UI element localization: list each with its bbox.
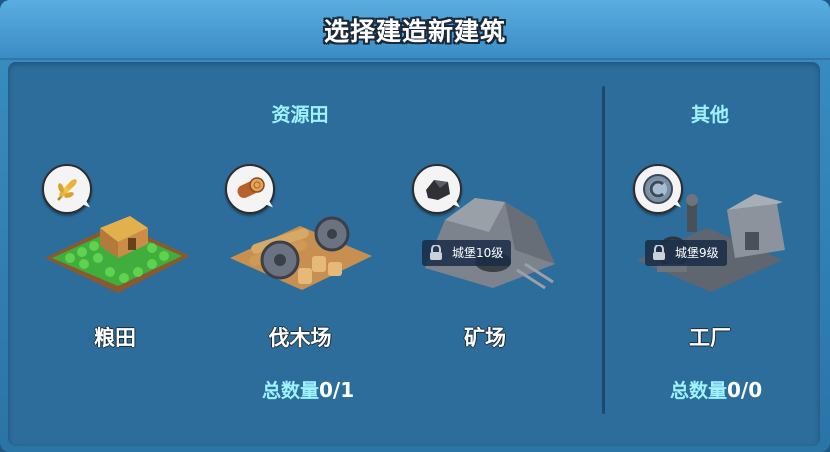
- building-card-factory[interactable]: 城堡9级 工厂: [625, 150, 795, 350]
- other-total-count: 总数量0/0: [670, 376, 762, 403]
- building-card-mine[interactable]: 城堡10级 矿场: [400, 150, 570, 350]
- farm-building: [45, 216, 190, 293]
- building-name-factory: 工厂: [689, 326, 731, 350]
- other-count-value: 0/0: [727, 378, 763, 402]
- building-name-lumber-mill: 伐木场: [268, 326, 332, 350]
- factory-lock-badge: 城堡9级: [645, 240, 727, 266]
- mine-lock-badge: 城堡10级: [422, 240, 512, 266]
- building-card-farm[interactable]: 粮田: [30, 150, 200, 350]
- dialog-titlebar: 选择建造新建筑: [0, 0, 830, 60]
- factory-lock-text: 城堡9级: [675, 246, 719, 260]
- section-divider: [602, 86, 605, 414]
- building-name-mine: 矿场: [464, 326, 506, 350]
- resource-total-count: 总数量0/1: [262, 376, 354, 403]
- mine-lock-text: 城堡10级: [452, 246, 504, 260]
- building-name-farm: 粮田: [94, 326, 136, 350]
- dialog-title: 选择建造新建筑: [323, 17, 506, 46]
- factory-building: [637, 194, 785, 292]
- resource-count-value: 0/1: [319, 378, 355, 402]
- section-title-resource: 资源田: [271, 104, 329, 126]
- other-count-label: 总数量: [670, 380, 728, 402]
- lumber-mill-building: [230, 216, 372, 290]
- lock-icon: [653, 245, 665, 260]
- building-card-lumber-mill[interactable]: 伐木场: [215, 150, 385, 350]
- mine-building: [425, 198, 555, 290]
- resource-count-label: 总数量: [262, 380, 320, 402]
- section-title-other: 其他: [690, 104, 729, 126]
- lock-icon: [430, 245, 442, 260]
